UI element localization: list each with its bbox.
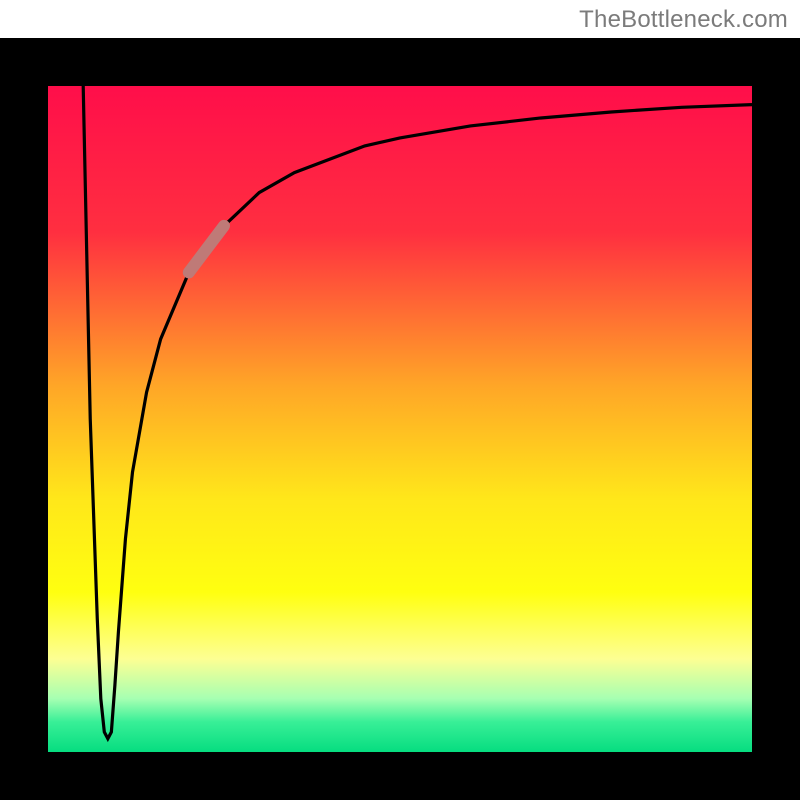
gradient-background <box>48 86 752 752</box>
attribution-text: TheBottleneck.com <box>579 6 788 34</box>
bottleneck-plot <box>0 38 800 800</box>
chart-container: TheBottleneck.com <box>0 0 800 800</box>
